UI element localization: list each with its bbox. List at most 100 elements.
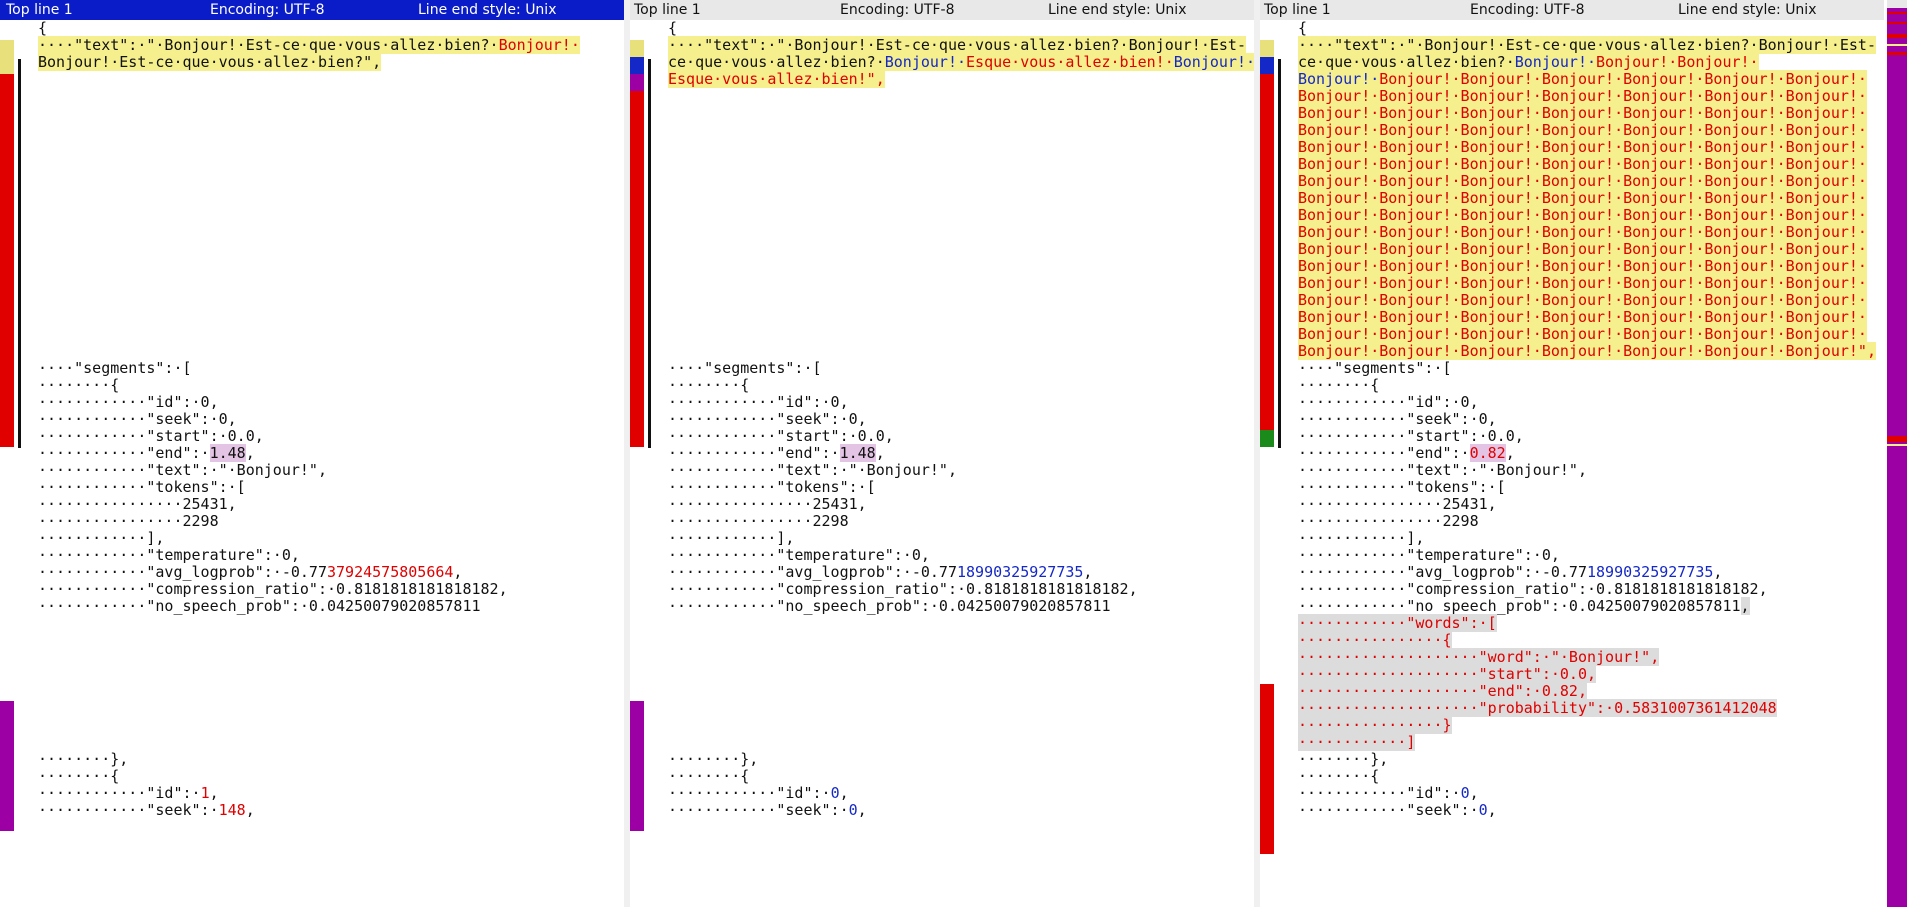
code-line[interactable]: ············"compression_ratio":·0.81818…: [1282, 581, 1884, 598]
code-line[interactable]: Bonjour!·Bonjour!·Bonjour!·Bonjour!·Bonj…: [1282, 70, 1884, 88]
code-line[interactable]: [22, 275, 624, 292]
code-line[interactable]: ········},: [22, 751, 624, 768]
code-line[interactable]: ············"no_speech_prob":·0.04250079…: [652, 598, 1254, 615]
code-line[interactable]: [22, 207, 624, 224]
code-line[interactable]: ····"segments":·[: [22, 360, 624, 377]
code-line[interactable]: ················25431,: [22, 496, 624, 513]
code-area[interactable]: {····"text":·"·Bonjour!·Est-ce·que·vous·…: [652, 20, 1254, 907]
code-line[interactable]: ············"id":·0,: [1282, 785, 1884, 802]
code-line[interactable]: ············"compression_ratio":·0.81818…: [652, 581, 1254, 598]
code-line[interactable]: [22, 258, 624, 275]
code-line[interactable]: ················{: [1282, 631, 1884, 649]
code-line[interactable]: [22, 326, 624, 343]
code-line[interactable]: Bonjour!·Bonjour!·Bonjour!·Bonjour!·Bonj…: [1282, 240, 1884, 258]
code-line[interactable]: ············"tokens":·[: [1282, 479, 1884, 496]
code-line[interactable]: ········{: [652, 377, 1254, 394]
code-line[interactable]: Bonjour!·Bonjour!·Bonjour!·Bonjour!·Bonj…: [1282, 155, 1884, 173]
diff-pane-left[interactable]: Top line 1 Encoding: UTF-8 Line end styl…: [0, 0, 624, 907]
code-line[interactable]: [22, 717, 624, 734]
code-line[interactable]: ············"seek":·0,: [652, 802, 1254, 819]
code-line[interactable]: ············"avg_logprob":·-0.7718990325…: [652, 564, 1254, 581]
diff-overview-bar[interactable]: [1887, 0, 1907, 907]
code-line[interactable]: [22, 683, 624, 700]
code-line[interactable]: [22, 224, 624, 241]
code-line[interactable]: [22, 105, 624, 122]
diff-pane-middle[interactable]: Top line 1 Encoding: UTF-8 Line end styl…: [630, 0, 1254, 907]
code-line[interactable]: [652, 343, 1254, 360]
code-line[interactable]: [652, 207, 1254, 224]
code-line[interactable]: ············"temperature":·0,: [1282, 547, 1884, 564]
code-line[interactable]: {: [1282, 20, 1884, 37]
code-line[interactable]: Bonjour!·Bonjour!·Bonjour!·Bonjour!·Bonj…: [1282, 104, 1884, 122]
code-line[interactable]: Bonjour!·Est-ce·que·vous·allez·bien?",: [22, 53, 624, 71]
code-line[interactable]: ············"seek":·0,: [1282, 802, 1884, 819]
code-line[interactable]: ····················"end":·0.82,: [1282, 682, 1884, 700]
code-line[interactable]: [22, 173, 624, 190]
code-line[interactable]: ····"segments":·[: [1282, 360, 1884, 377]
code-line[interactable]: ············"text":·"·Bonjour!",: [652, 462, 1254, 479]
code-line[interactable]: ············"words":·[: [1282, 614, 1884, 632]
code-line[interactable]: ············],: [652, 530, 1254, 547]
code-line[interactable]: ············"avg_logprob":·-0.7718990325…: [1282, 564, 1884, 581]
code-line[interactable]: [22, 309, 624, 326]
code-line[interactable]: Bonjour!·Bonjour!·Bonjour!·Bonjour!·Bonj…: [1282, 291, 1884, 309]
code-line[interactable]: Bonjour!·Bonjour!·Bonjour!·Bonjour!·Bonj…: [1282, 223, 1884, 241]
code-line[interactable]: ········},: [652, 751, 1254, 768]
code-line[interactable]: [22, 343, 624, 360]
code-line[interactable]: ce·que·vous·allez·bien?·Bonjour!·Esque·v…: [652, 53, 1254, 71]
code-line[interactable]: ············"start":·0.0,: [22, 428, 624, 445]
code-line[interactable]: Bonjour!·Bonjour!·Bonjour!·Bonjour!·Bonj…: [1282, 138, 1884, 156]
code-line[interactable]: [22, 649, 624, 666]
code-line[interactable]: [652, 173, 1254, 190]
diff-pane-right[interactable]: Top line 1 Encoding: UTF-8 Line end styl…: [1260, 0, 1884, 907]
code-line[interactable]: ············"seek":·0,: [22, 411, 624, 428]
code-line[interactable]: ············"no_speech_prob":·0.04250079…: [22, 598, 624, 615]
code-line[interactable]: ············"id":·0,: [652, 394, 1254, 411]
code-line[interactable]: [22, 190, 624, 207]
code-line[interactable]: Bonjour!·Bonjour!·Bonjour!·Bonjour!·Bonj…: [1282, 257, 1884, 275]
code-line[interactable]: ············"seek":·0,: [1282, 411, 1884, 428]
code-line[interactable]: ············]: [1282, 733, 1884, 751]
code-line[interactable]: ············"seek":·148,: [22, 802, 624, 819]
code-line[interactable]: [22, 139, 624, 156]
code-line[interactable]: [22, 122, 624, 139]
code-line[interactable]: ············"end":·1.48,: [652, 444, 1254, 462]
code-line[interactable]: [652, 88, 1254, 105]
code-line[interactable]: [22, 666, 624, 683]
code-line[interactable]: [652, 105, 1254, 122]
code-line[interactable]: Bonjour!·Bonjour!·Bonjour!·Bonjour!·Bonj…: [1282, 325, 1884, 343]
code-line[interactable]: Bonjour!·Bonjour!·Bonjour!·Bonjour!·Bonj…: [1282, 342, 1884, 360]
code-line[interactable]: ············"end":·1.48,: [22, 444, 624, 462]
code-line[interactable]: ············"id":·0,: [22, 394, 624, 411]
code-line[interactable]: ············"no_speech_prob":·0.04250079…: [1282, 597, 1884, 615]
code-line[interactable]: {: [652, 20, 1254, 37]
code-line[interactable]: Bonjour!·Bonjour!·Bonjour!·Bonjour!·Bonj…: [1282, 121, 1884, 139]
code-line[interactable]: ············"tokens":·[: [652, 479, 1254, 496]
code-line[interactable]: ········},: [1282, 751, 1884, 768]
code-line[interactable]: [22, 615, 624, 632]
code-line[interactable]: ········{: [22, 768, 624, 785]
code-line[interactable]: [652, 615, 1254, 632]
code-line[interactable]: [652, 309, 1254, 326]
code-line[interactable]: ············"compression_ratio":·0.81818…: [22, 581, 624, 598]
code-line[interactable]: [652, 700, 1254, 717]
code-line[interactable]: [652, 224, 1254, 241]
code-line[interactable]: ············"avg_logprob":·-0.7737924575…: [22, 564, 624, 581]
code-line[interactable]: ············],: [1282, 530, 1884, 547]
code-line[interactable]: ····"text":·"·Bonjour!·Est-ce·que·vous·a…: [22, 36, 624, 54]
code-line[interactable]: ············"id":·1,: [22, 785, 624, 802]
code-line[interactable]: [652, 122, 1254, 139]
code-line[interactable]: [652, 156, 1254, 173]
code-line[interactable]: [652, 326, 1254, 343]
code-line[interactable]: ····················"word":·"·Bonjour!",: [1282, 648, 1884, 666]
code-area[interactable]: {····"text":·"·Bonjour!·Est-ce·que·vous·…: [1282, 20, 1884, 907]
code-line[interactable]: [652, 292, 1254, 309]
code-line[interactable]: ············"seek":·0,: [652, 411, 1254, 428]
code-line[interactable]: [652, 717, 1254, 734]
code-line[interactable]: ····"text":·"·Bonjour!·Est-ce·que·vous·a…: [1282, 36, 1884, 54]
code-line[interactable]: ············"temperature":·0,: [22, 547, 624, 564]
code-line[interactable]: [22, 632, 624, 649]
code-area[interactable]: {····"text":·"·Bonjour!·Est-ce·que·vous·…: [22, 20, 624, 907]
code-line[interactable]: ····················"start":·0.0,: [1282, 665, 1884, 683]
code-line[interactable]: [22, 292, 624, 309]
